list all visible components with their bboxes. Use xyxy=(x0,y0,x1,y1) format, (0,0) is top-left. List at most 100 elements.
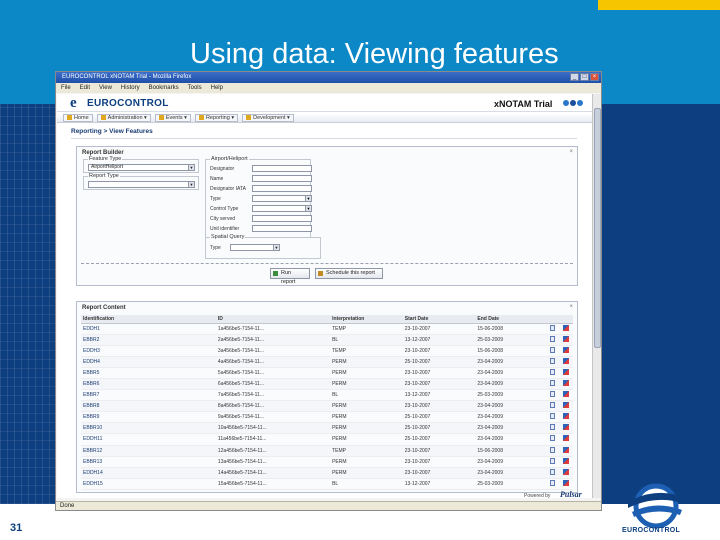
menu-file[interactable]: File xyxy=(61,83,71,93)
table-cell: EBBR8 xyxy=(81,400,216,413)
airport-heliport-legend: Airport/Heliport xyxy=(210,156,249,162)
maximize-icon[interactable]: □ xyxy=(580,73,589,81)
table-row[interactable]: EBBR5 5a456be5-7154-11... PERM 23-10-2007 23… xyxy=(81,367,573,379)
document-icon[interactable] xyxy=(550,391,556,398)
document-icon[interactable] xyxy=(550,479,556,486)
map-icon[interactable] xyxy=(562,424,569,431)
table-cell: PERM xyxy=(330,433,403,446)
map-icon[interactable] xyxy=(562,435,569,442)
report-builder-panel: Report Builder × Feature Type AirportHel… xyxy=(76,146,578,286)
table-row[interactable]: EBBR2 2a456be5-7154-11... BL 13-12-2007 25-0… xyxy=(81,334,573,346)
column-header xyxy=(560,315,573,324)
menu-edit[interactable]: Edit xyxy=(80,83,90,93)
menu-help[interactable]: Help xyxy=(211,83,223,93)
schedule-report-button[interactable]: Schedule this report xyxy=(315,268,383,279)
nav-events[interactable]: Events ▾ xyxy=(154,114,191,122)
table-cell: 15-06-2008 xyxy=(475,445,549,457)
column-header[interactable]: Identification xyxy=(81,315,216,324)
document-icon[interactable] xyxy=(550,368,556,375)
close-icon[interactable]: × xyxy=(569,304,573,310)
table-cell xyxy=(560,356,573,368)
table-cell: PERM xyxy=(330,356,403,368)
document-icon[interactable] xyxy=(550,335,556,342)
table-row[interactable]: EDDH4 4a456be5-7154-11... PERM 25-10-2007 23… xyxy=(81,356,573,368)
document-icon[interactable] xyxy=(550,346,556,353)
document-icon[interactable] xyxy=(550,468,556,475)
document-icon[interactable] xyxy=(550,446,556,453)
table-cell xyxy=(560,323,573,335)
table-cell: TEMP xyxy=(330,445,403,457)
map-icon[interactable] xyxy=(562,324,569,331)
menu-view[interactable]: View xyxy=(99,83,112,93)
document-icon[interactable] xyxy=(550,380,556,387)
table-cell: 23-04-2009 xyxy=(475,467,549,479)
map-icon[interactable] xyxy=(562,457,569,464)
table-cell: EBBR2 xyxy=(81,334,216,346)
map-icon[interactable] xyxy=(562,479,569,486)
type-select[interactable]: ▼ xyxy=(252,195,312,202)
map-icon[interactable] xyxy=(562,346,569,353)
map-icon[interactable] xyxy=(562,368,569,375)
table-row[interactable]: EDDH14 14a456be5-7154-11... PERM 23-10-2007… xyxy=(81,467,573,479)
table-cell: 5a456be5-7154-11... xyxy=(215,367,331,379)
control-type-select[interactable]: ▼ xyxy=(252,205,312,212)
column-header[interactable]: ID xyxy=(215,315,331,324)
close-icon[interactable]: × xyxy=(569,149,573,155)
table-row[interactable]: EBBR10 10a456be5-7154-11... PERM 25-10-2007… xyxy=(81,422,573,435)
menu-history[interactable]: History xyxy=(121,83,140,93)
map-icon[interactable] xyxy=(562,357,569,364)
name-input[interactable] xyxy=(252,175,312,182)
unit-identifier-input[interactable] xyxy=(252,225,312,232)
map-icon[interactable] xyxy=(562,446,569,453)
table-row[interactable]: EDDH1 1a456be5-7154-11... TEMP 23-10-2007 15… xyxy=(81,323,573,335)
map-icon[interactable] xyxy=(562,413,569,420)
close-icon[interactable]: × xyxy=(590,73,599,81)
map-icon[interactable] xyxy=(562,402,569,409)
document-icon[interactable] xyxy=(550,424,556,431)
map-icon[interactable] xyxy=(562,335,569,342)
table-row[interactable]: EBBR8 8a456be5-7154-11... PERM 23-10-2007 23… xyxy=(81,400,573,413)
column-header[interactable]: Interpretation xyxy=(330,315,403,324)
nav-reporting[interactable]: Reporting ▾ xyxy=(194,114,239,122)
table-row[interactable]: EDDH11 11a456be5-7154-11... PERM 25-10-2007… xyxy=(81,433,573,446)
minimize-icon[interactable]: _ xyxy=(570,73,579,81)
document-icon[interactable] xyxy=(550,457,556,464)
map-icon[interactable] xyxy=(562,391,569,398)
table-row[interactable]: EBBR12 12a456be5-7154-11... TEMP 23-10-2007… xyxy=(81,445,573,457)
table-row[interactable]: EDDH3 3a456be5-7154-11... TEMP 23-10-2007 15… xyxy=(81,345,573,357)
document-icon[interactable] xyxy=(550,324,556,331)
column-header[interactable]: End Date xyxy=(475,315,549,324)
document-icon[interactable] xyxy=(550,402,556,409)
nav-home[interactable]: Home xyxy=(63,114,93,122)
designator-iata-input[interactable] xyxy=(252,185,312,192)
nav-label: Home xyxy=(74,115,89,121)
nav-development[interactable]: Development ▾ xyxy=(242,114,294,122)
document-icon[interactable] xyxy=(550,435,556,442)
run-report-button[interactable]: Run report xyxy=(270,268,310,285)
table-row[interactable]: EDDH15 15a456be5-7154-11... BL 13-12-2007 25… xyxy=(81,478,573,490)
map-icon[interactable] xyxy=(562,380,569,387)
table-cell: 25-10-2007 xyxy=(402,422,476,435)
table-cell: EDDH4 xyxy=(81,356,216,368)
feature-type-select[interactable]: AirportHeliport ▼ xyxy=(88,164,195,171)
column-header xyxy=(548,315,561,324)
city-served-input[interactable] xyxy=(252,215,312,222)
report-type-select[interactable]: ▼ xyxy=(88,181,195,188)
vertical-scrollbar[interactable] xyxy=(592,94,601,498)
scroll-thumb[interactable] xyxy=(594,108,601,348)
menu-tools[interactable]: Tools xyxy=(188,83,202,93)
table-cell: 6a456be5-7154-11... xyxy=(215,378,331,391)
document-icon[interactable] xyxy=(550,357,556,364)
table-row[interactable]: EBBR6 6a456be5-7154-11... PERM 23-10-2007 23… xyxy=(81,378,573,391)
document-icon[interactable] xyxy=(550,413,556,420)
spatial-type-select[interactable]: ▼ xyxy=(230,244,280,251)
nav-administration[interactable]: Administration ▾ xyxy=(96,114,151,122)
map-icon[interactable] xyxy=(562,468,569,475)
table-row[interactable]: EBBR7 7a456be5-7154-11... BL 13-12-2007 25-0… xyxy=(81,389,573,402)
column-header[interactable]: Start Date xyxy=(402,315,476,324)
menu-bookmarks[interactable]: Bookmarks xyxy=(149,83,179,93)
table-row[interactable]: EBBR13 13a456be5-7154-11... PERM 23-10-2007… xyxy=(81,456,573,468)
table-row[interactable]: EBBR9 9a456be5-7154-11... PERM 25-10-2007 23… xyxy=(81,411,573,424)
designator-input[interactable] xyxy=(252,165,312,172)
app-header: e EUROCONTROL xNOTAM Trial xyxy=(57,94,592,112)
